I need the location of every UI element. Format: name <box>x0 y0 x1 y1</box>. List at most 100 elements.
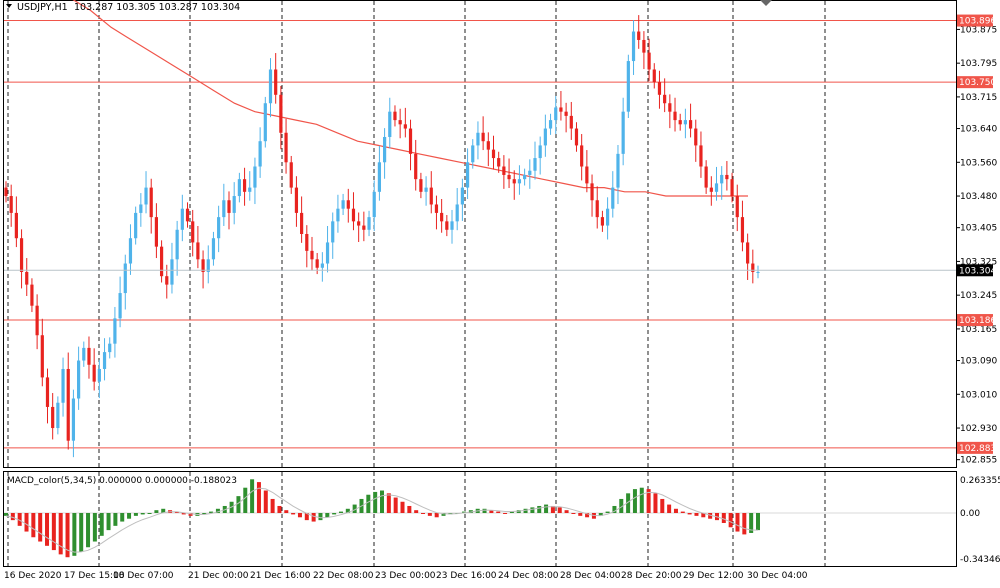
candle-body <box>486 141 490 150</box>
macd-bar <box>72 513 77 556</box>
candle-body <box>305 234 309 251</box>
macd-bar <box>86 513 91 548</box>
candle-body <box>134 212 138 239</box>
macd-bar <box>564 510 569 513</box>
time-tick-label: 24 Dec 08:00 <box>498 571 559 581</box>
candle-body <box>528 170 532 175</box>
collapse-triangle-icon[interactable] <box>6 4 12 8</box>
price-tick-label: 103.090 <box>960 357 997 367</box>
candle-body <box>730 179 734 197</box>
macd-bar <box>113 513 118 526</box>
candle-body <box>569 115 573 129</box>
candle-body <box>595 200 599 218</box>
candle-body <box>222 200 226 218</box>
candle-body <box>517 179 522 184</box>
macd-bar <box>434 513 439 518</box>
candle-body <box>424 187 428 192</box>
macd-bar <box>236 496 241 513</box>
macd-bar <box>728 513 733 528</box>
time-tick-label: 22 Dec 08:00 <box>313 571 374 581</box>
level-price-tags: 103.896 103.750 103.186 102.883 <box>957 14 996 454</box>
candle-body <box>756 271 760 273</box>
candle-body <box>377 162 382 192</box>
candle-body <box>170 259 174 285</box>
candle-body <box>714 183 719 192</box>
candle-body <box>367 217 371 230</box>
ohlc-values: 103.287 103.305 103.287 103.304 <box>74 2 240 13</box>
macd-bar <box>407 505 412 513</box>
candle-body <box>123 263 127 294</box>
macd-bar <box>721 513 726 523</box>
macd-bar <box>393 497 398 513</box>
candle-body <box>694 128 698 146</box>
macd-bar <box>366 494 371 513</box>
candle-body <box>294 187 299 213</box>
candle-body <box>9 196 13 213</box>
candle-body <box>341 200 345 209</box>
price-tick-label: 103.640 <box>960 125 997 135</box>
price-tick-label: 103.480 <box>960 192 997 202</box>
candle-body <box>310 250 314 260</box>
price-tick-label: 102.930 <box>960 424 997 434</box>
candle-body <box>35 305 39 336</box>
macd-bar <box>578 513 583 516</box>
candle-body <box>388 111 392 137</box>
candle-body <box>398 120 402 125</box>
candle-body <box>274 69 278 95</box>
candle-body <box>175 229 179 260</box>
macd-bar <box>318 513 323 521</box>
macd-bar <box>386 493 391 513</box>
trading-chart[interactable]: 103.875 103.795 103.715 103.640 103.560 103.4… <box>0 0 1000 588</box>
scroll-marker-icon[interactable] <box>760 0 772 6</box>
candle-body <box>533 158 537 171</box>
candle-body <box>548 120 553 129</box>
price-tick-label: 102.855 <box>960 456 997 466</box>
candle-body <box>491 149 496 159</box>
candle-body <box>704 166 708 188</box>
candle-body <box>725 174 729 180</box>
macd-indicator-label: MACD_color(5,34,5) 0.000000 0.000000 -0.… <box>7 476 237 486</box>
macd-axis: 0.263355 0.00 -0.343461 <box>960 476 1000 565</box>
candle-body <box>476 132 480 146</box>
candle-body <box>699 145 703 167</box>
candle-body <box>382 136 387 163</box>
candle-body <box>128 238 133 264</box>
candle-body <box>248 187 252 192</box>
macd-histogram <box>4 479 760 558</box>
symbol-label: USDJPY,H1 <box>17 2 68 13</box>
candle-body <box>512 179 516 184</box>
level-tag-text: 103.896 <box>959 17 996 27</box>
price-tick-label: 103.165 <box>960 325 997 335</box>
macd-axis-top: 0.263355 <box>960 476 1000 486</box>
macd-bar <box>270 498 275 513</box>
candle-body <box>279 94 283 133</box>
time-tick-label: 21 Dec 16:00 <box>250 571 311 581</box>
horizontal-levels[interactable] <box>4 20 956 449</box>
candle-body <box>408 128 413 154</box>
candle-body <box>362 225 366 230</box>
candle-body <box>14 212 18 239</box>
macd-bar <box>544 504 549 513</box>
time-tick-label: 29 Dec 12:00 <box>683 571 744 581</box>
macd-bar <box>4 513 8 516</box>
candle-body <box>97 368 101 382</box>
candle-body <box>139 204 143 213</box>
macd-bar <box>297 513 302 518</box>
macd-bar <box>735 513 740 532</box>
current-price-tag: 103.304 <box>957 264 996 277</box>
candle-body <box>19 238 24 272</box>
macd-bar <box>680 511 685 513</box>
candle-body <box>445 221 449 230</box>
macd-bar <box>530 507 535 513</box>
candle-body <box>673 111 677 121</box>
candle-body <box>403 124 407 129</box>
candle-body <box>663 94 667 104</box>
macd-bar <box>10 513 15 521</box>
candle-body <box>242 179 247 192</box>
candle-body <box>118 293 122 319</box>
macd-bar <box>653 493 658 513</box>
candle-body <box>40 335 44 378</box>
time-tick-label: 30 Dec 04:00 <box>747 571 808 581</box>
candle-body <box>82 347 86 361</box>
time-tick-label: 23 Dec 00:00 <box>375 571 436 581</box>
